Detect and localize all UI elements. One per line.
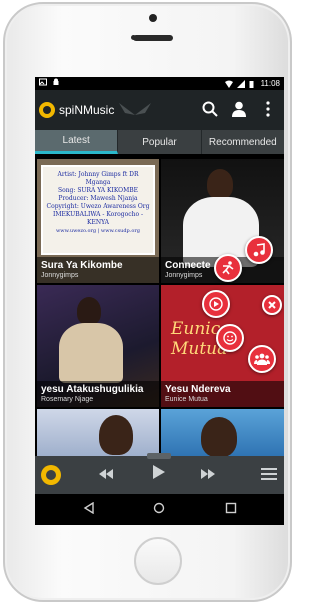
poster-line: IMEKUBALIWA - Korogocho - KENYA: [53, 211, 143, 226]
song-artist: Rosemary Njage: [41, 396, 94, 403]
mini-player: [35, 453, 284, 494]
tab-bar: Latest Popular Recommended: [35, 130, 284, 154]
signal-icon: [236, 79, 245, 88]
artist-photo: [77, 297, 101, 325]
gallery-notification-icon: [39, 78, 47, 86]
battery-icon: [249, 80, 257, 88]
wings-logo-icon: [117, 99, 153, 124]
song-artist: Eunice Mutua: [165, 396, 208, 403]
poster-line: Artist: Johnny Gimps ft DR Mganga: [57, 171, 139, 186]
next-track-button[interactable]: [201, 467, 215, 482]
song-card[interactable]: yesu Atakushugulikia Rosemary Njage: [37, 285, 159, 407]
song-title: Yesu Ndereva: [165, 384, 231, 395]
song-title: yesu Atakushugulikia: [41, 384, 144, 395]
screen: 11:08 spiNMusic Latest Popular Recommend…: [35, 77, 284, 525]
song-card[interactable]: Artist: Johnny Gimps ft DR Mganga Song: …: [37, 159, 159, 283]
clock: 11:08: [260, 79, 280, 88]
home-button[interactable]: [134, 537, 182, 585]
artist-photo: [201, 417, 237, 456]
song-caption: yesu Atakushugulikia Rosemary Njage: [37, 381, 159, 407]
front-camera: [149, 14, 157, 22]
poster-line: Producer: Mawesh Njanja: [58, 195, 138, 202]
status-bar: 11:08: [35, 77, 284, 90]
song-grid: Artist: Johnny Gimps ft DR Mganga Song: …: [35, 156, 284, 456]
artist-dress: [59, 323, 123, 383]
tab-latest[interactable]: Latest: [35, 130, 119, 154]
hamburger-menu-icon[interactable]: [261, 467, 277, 484]
song-title: Sura Ya Kikombe: [41, 260, 123, 271]
music-note-button[interactable]: [245, 236, 273, 264]
profile-icon[interactable]: [229, 99, 249, 119]
app-logo: [39, 102, 55, 118]
song-artist: Jonnygimps: [41, 272, 79, 279]
player-logo-icon[interactable]: [41, 465, 61, 485]
song-caption: Yesu Ndereva Eunice Mutua: [161, 381, 284, 407]
recents-icon[interactable]: [225, 502, 237, 517]
tab-recommended[interactable]: Recommended: [202, 130, 284, 154]
artist-photo: [99, 415, 133, 455]
tab-popular[interactable]: Popular: [118, 130, 202, 154]
poster-line: www.uwezo.org | www.csudp.org: [56, 228, 140, 234]
overflow-menu-icon[interactable]: [258, 99, 278, 119]
poster-line: Copyright: Uwezo Awareness Org: [46, 203, 150, 210]
song-card[interactable]: [161, 409, 284, 456]
home-icon[interactable]: [153, 502, 165, 517]
dance-button[interactable]: [214, 254, 242, 282]
earpiece-speaker: [133, 35, 173, 41]
app-title: spiNMusic: [59, 103, 115, 117]
android-notification-icon: [52, 78, 60, 86]
song-card[interactable]: [37, 409, 159, 456]
poster-line: Song: SURA YA KIKOMBE: [57, 187, 139, 194]
group-button[interactable]: [248, 345, 276, 373]
song-poster: Artist: Johnny Gimps ft DR Mganga Song: …: [41, 165, 155, 255]
app-bar: spiNMusic: [35, 90, 284, 130]
back-icon[interactable]: [83, 501, 95, 517]
play-circle-button[interactable]: [202, 290, 230, 318]
song-caption: Sura Ya Kikombe Jonnygimps: [37, 257, 159, 283]
play-button[interactable]: [153, 465, 165, 482]
wifi-icon: [224, 80, 233, 88]
search-icon[interactable]: [200, 99, 220, 119]
close-menu-button[interactable]: [262, 295, 282, 315]
player-drag-handle[interactable]: [147, 453, 171, 459]
previous-track-button[interactable]: [99, 467, 113, 482]
smiley-button[interactable]: [216, 324, 244, 352]
artist-photo: [207, 169, 233, 199]
android-nav-bar: [35, 494, 284, 525]
